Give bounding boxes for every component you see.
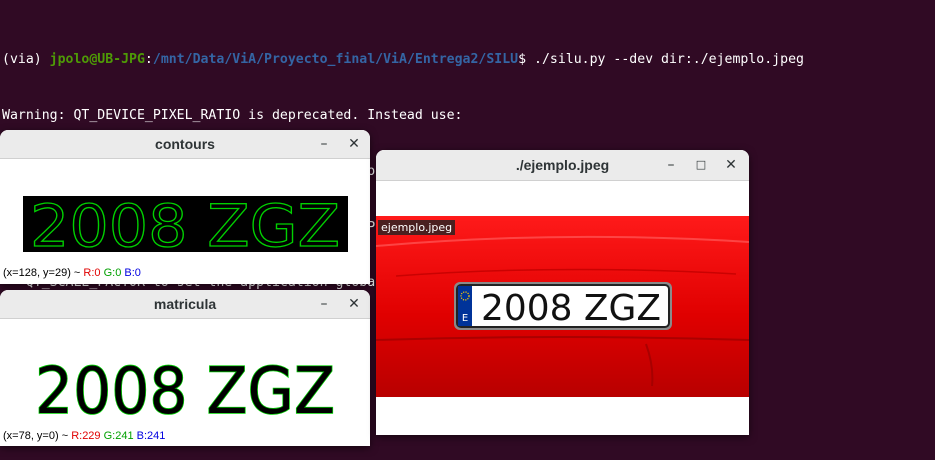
status-bar: (x=78, y=0) ~ R:229 G:241 B:241 [3, 430, 165, 442]
minimize-icon[interactable]: – [313, 133, 335, 155]
ejemplo-titlebar[interactable]: ./ejemplo.jpeg – □ ✕ [376, 150, 749, 181]
matricula-window[interactable]: matricula – ✕ 2008 ZGZ (x=78, y=0) ~ R:2… [0, 290, 370, 446]
command-line: (via) jpolo@UB-JPG:/mnt/Data/ViA/Proyect… [2, 51, 935, 70]
close-icon[interactable]: ✕ [343, 293, 365, 315]
output-line: Warning: QT_DEVICE_PIXEL_RATIO is deprec… [2, 107, 463, 123]
status-red: R:229 [71, 430, 101, 442]
status-bar: (x=128, y=29) ~ R:0 G:0 B:0 [3, 267, 141, 279]
status-blue: B:0 [124, 267, 141, 279]
contours-titlebar[interactable]: contours – ✕ [0, 130, 370, 159]
command-text: ./silu.py --dev dir:./ejemplo.jpeg [534, 52, 804, 68]
status-green: G:241 [103, 430, 134, 442]
status-position: (x=128, y=29) ~ [3, 267, 84, 279]
status-blue: B:241 [136, 430, 166, 442]
contours-window[interactable]: contours – ✕ 2008 ZGZ (x=128, y=29) ~ R:… [0, 130, 370, 284]
matricula-titlebar[interactable]: matricula – ✕ [0, 290, 370, 319]
car-photo: E 2008 ZGZ ejemplo.jpeg [376, 216, 749, 397]
status-position: (x=78, y=0) ~ [3, 430, 72, 442]
prompt-separator: : [144, 52, 153, 68]
contour-text: 2008 ZGZ [30, 196, 340, 252]
ejemplo-window[interactable]: ./ejemplo.jpeg – □ ✕ E 2008 ZGZ ejemplo.… [376, 150, 749, 435]
status-green: G:0 [103, 267, 122, 279]
status-red: R:0 [83, 267, 101, 279]
prompt-user: jpolo@UB-JPG [49, 52, 145, 68]
matricula-text: 2008 ZGZ [35, 356, 335, 418]
minimize-icon[interactable]: – [313, 293, 335, 315]
close-icon[interactable]: ✕ [720, 154, 742, 176]
plate-country-code: E [462, 313, 468, 324]
prompt-path: /mnt/Data/ViA/Proyecto_final/ViA/Entrega… [152, 52, 519, 68]
prompt-end: $ [518, 52, 534, 68]
close-icon[interactable]: ✕ [343, 133, 365, 155]
prompt-venv: (via) [2, 52, 50, 68]
maximize-icon[interactable]: □ [690, 154, 712, 176]
matricula-image: 2008 ZGZ [23, 354, 348, 430]
minimize-icon[interactable]: – [660, 154, 682, 176]
photo-plate-text: 2008 ZGZ [481, 288, 661, 329]
image-overlay-label: ejemplo.jpeg [378, 220, 456, 235]
contours-image: 2008 ZGZ [23, 191, 348, 261]
